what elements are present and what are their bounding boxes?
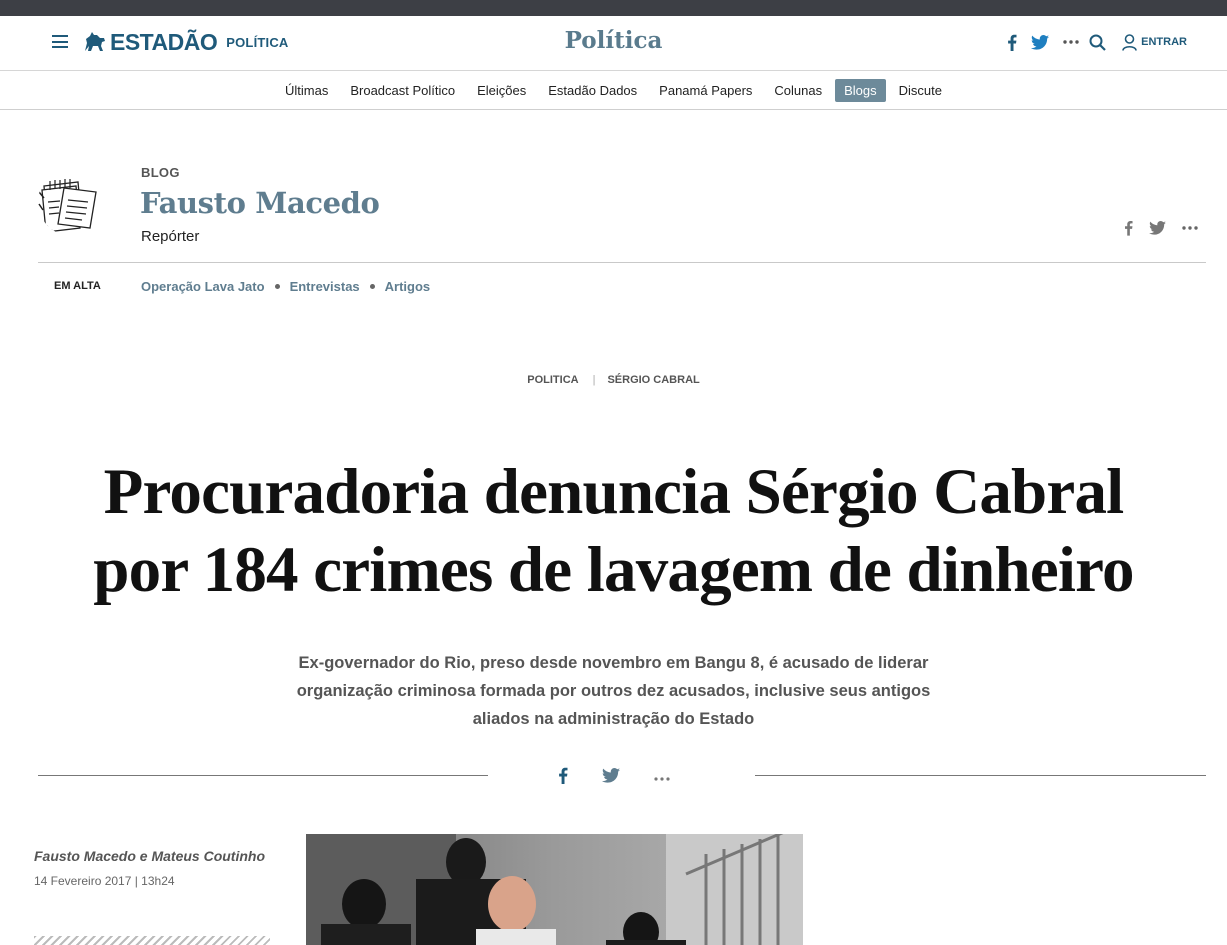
logo-section-label[interactable]: POLÍTICA: [226, 35, 288, 50]
logo-text: ESTADÃO: [110, 28, 218, 55]
separator-dot: [369, 283, 375, 289]
article-lead: Ex-governador do Rio, preso desde novemb…: [296, 654, 931, 728]
login-label: ENTRAR: [1141, 36, 1187, 48]
nav-item-discute[interactable]: Discute: [890, 79, 951, 102]
blog-name[interactable]: Fausto Macedo: [140, 186, 380, 220]
nav-item-eleicoes[interactable]: Eleições: [468, 79, 535, 102]
divider: [755, 775, 1206, 776]
blog-header: BLOG Fausto Macedo Repórter: [38, 160, 1206, 263]
more-icon[interactable]: [1182, 226, 1198, 230]
section-title[interactable]: Política: [565, 27, 663, 54]
article-tags: POLITICA | SÉRGIO CABRAL: [0, 374, 1227, 386]
trending-label: EM ALTA: [54, 280, 101, 292]
user-icon: [1122, 33, 1137, 51]
twitter-icon[interactable]: [1031, 34, 1050, 50]
facebook-icon[interactable]: [1007, 34, 1017, 51]
article-share-bar: [38, 764, 1206, 788]
nav-item-estadao-dados[interactable]: Estadão Dados: [539, 79, 646, 102]
blog-share-actions: [1108, 220, 1198, 236]
twitter-icon[interactable]: [1149, 221, 1166, 235]
headline-line-2: por 184 crimes de lavagem de dinheiro: [93, 534, 1134, 606]
headline-line-1: Procuradoria denuncia Sérgio Cabral: [103, 456, 1125, 528]
tag-politica[interactable]: POLITICA: [527, 374, 578, 386]
article-date: 14 Fevereiro 2017 | 13h24: [34, 874, 175, 888]
search-icon[interactable]: [1089, 34, 1106, 51]
separator-dot: [274, 283, 280, 289]
trending-link-lava-jato[interactable]: Operação Lava Jato: [141, 279, 265, 294]
hatched-divider: [34, 936, 270, 945]
login-button[interactable]: ENTRAR: [1122, 33, 1187, 51]
article-photo[interactable]: [306, 834, 803, 945]
more-icon[interactable]: [1063, 40, 1079, 44]
share-icons: [558, 767, 704, 784]
horse-logo-icon: [85, 32, 105, 51]
facebook-icon[interactable]: [558, 767, 568, 784]
blog-label: BLOG: [141, 165, 180, 180]
trending-bar: EM ALTA Operação Lava Jato Entrevistas A…: [54, 277, 430, 295]
nav-item-ultimas[interactable]: Últimas: [276, 79, 337, 102]
site-header: ESTADÃO POLÍTICA Política ENTRAR: [0, 16, 1227, 71]
tag-separator: |: [592, 374, 596, 386]
nav-item-blogs[interactable]: Blogs: [835, 78, 886, 102]
trending-link-entrevistas[interactable]: Entrevistas: [290, 279, 360, 294]
trending-link-artigos[interactable]: Artigos: [385, 279, 431, 294]
article-authors[interactable]: Fausto Macedo e Mateus Coutinho: [34, 848, 265, 864]
site-logo[interactable]: ESTADÃO POLÍTICA: [82, 28, 289, 56]
divider: [38, 775, 488, 776]
nav-item-colunas[interactable]: Colunas: [765, 79, 831, 102]
twitter-icon[interactable]: [602, 768, 620, 783]
facebook-icon[interactable]: [1124, 220, 1133, 236]
more-icon[interactable]: [654, 771, 670, 781]
menu-icon[interactable]: [52, 35, 68, 48]
section-nav: Últimas Broadcast Político Eleições Esta…: [0, 71, 1227, 110]
nav-item-panama-papers[interactable]: Panamá Papers: [650, 79, 761, 102]
header-actions: ENTRAR: [993, 31, 1187, 53]
article-byline: Fausto Macedo e Mateus Coutinho 14 Fever…: [34, 848, 265, 888]
nav-item-broadcast-politico[interactable]: Broadcast Político: [341, 79, 464, 102]
blog-avatar[interactable]: [38, 168, 106, 236]
blog-role: Repórter: [141, 228, 200, 245]
browser-top-strip: [0, 0, 1227, 16]
article-headline: Procuradoria denuncia Sérgio Cabral por …: [30, 453, 1197, 609]
tag-sergio-cabral[interactable]: SÉRGIO CABRAL: [607, 374, 699, 386]
